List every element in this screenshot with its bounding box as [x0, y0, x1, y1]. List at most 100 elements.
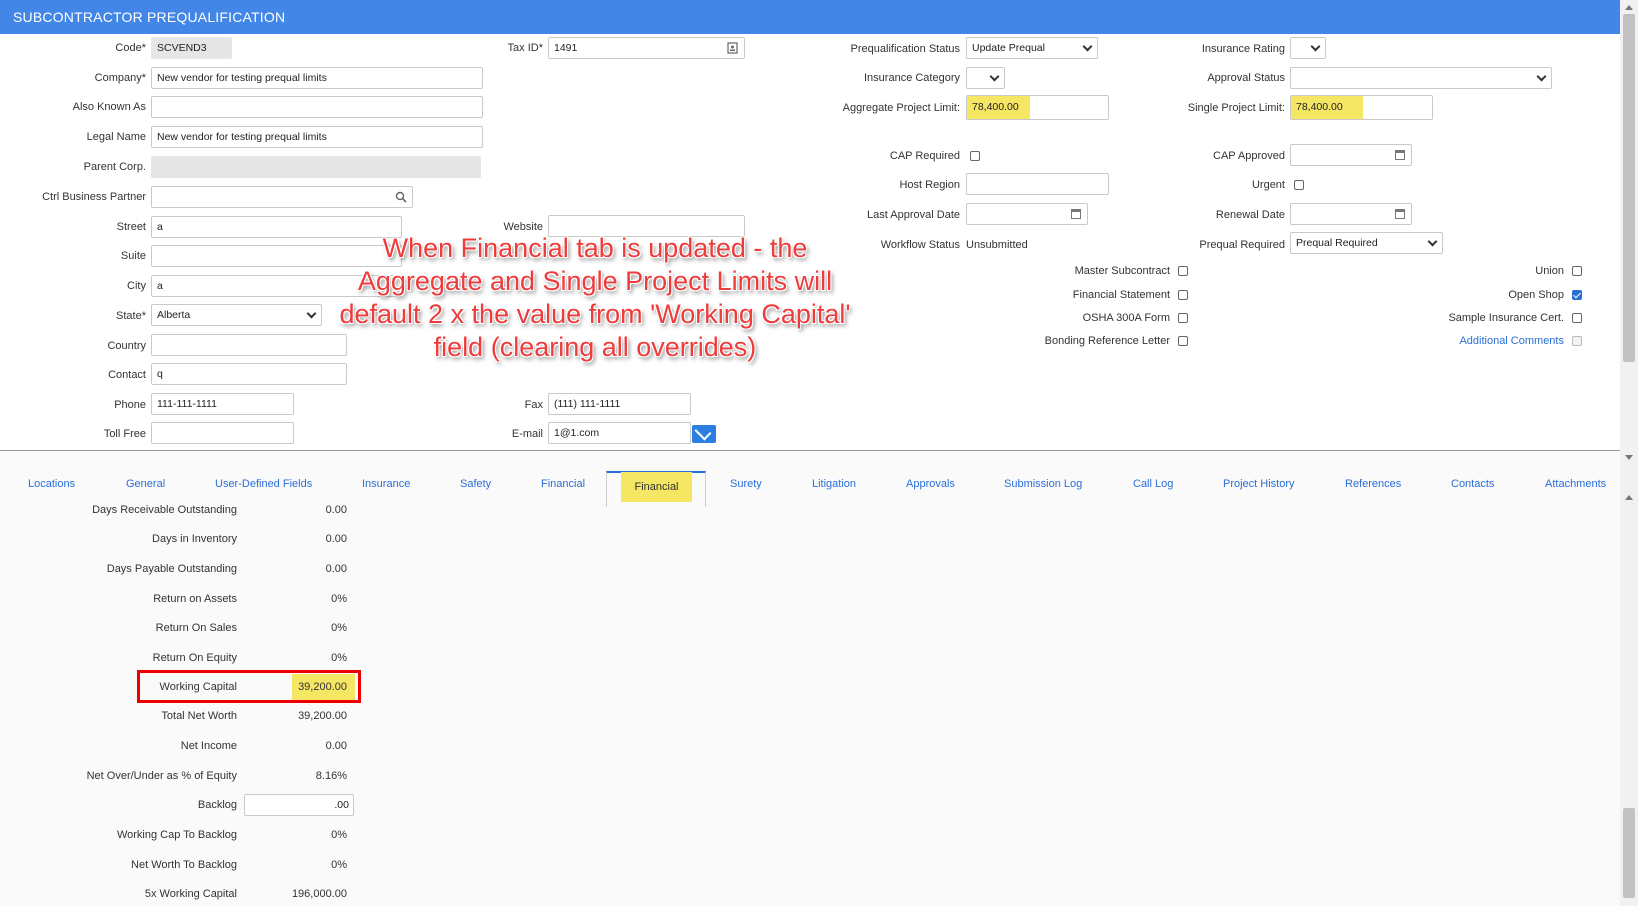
open-shop-checkbox[interactable] [1572, 290, 1582, 300]
financial-value: 0% [331, 859, 347, 871]
section-divider [0, 450, 1620, 451]
tab-insurance[interactable]: Insurance [362, 478, 410, 490]
approval-status-select[interactable] [1290, 67, 1552, 89]
union-checkbox[interactable] [1572, 266, 1582, 276]
calendar-icon[interactable] [1395, 209, 1405, 219]
toll-free-field[interactable] [151, 422, 294, 444]
renewal-date-label: Renewal Date [1215, 209, 1285, 221]
single-limit-field[interactable]: 78,400.00 [1290, 95, 1433, 120]
tab-safety[interactable]: Safety [460, 478, 491, 490]
backlog-field[interactable]: .00 [244, 794, 354, 816]
additional-comments-link[interactable]: Additional Comments [1380, 335, 1564, 347]
host-region-field[interactable] [966, 173, 1109, 195]
chevron-down-icon [1082, 41, 1093, 52]
cap-required-checkbox[interactable] [970, 151, 980, 161]
insurance-rating-select[interactable] [1290, 37, 1326, 59]
financial-label: Total Net Worth [161, 710, 237, 722]
union-label: Union [1535, 265, 1564, 277]
state-label: State* [116, 310, 146, 322]
search-icon[interactable] [395, 191, 407, 203]
financial-value: 0.00 [325, 563, 347, 575]
contact-field[interactable]: q [151, 363, 347, 385]
tab-litigation[interactable]: Litigation [812, 478, 856, 490]
tab-financial-active[interactable]: Financial [621, 472, 692, 502]
prequal-status-value: Update Prequal [972, 42, 1045, 54]
contact-card-icon[interactable] [727, 42, 738, 54]
financial-value: 0.00 [325, 533, 347, 545]
street-label: Street [116, 221, 146, 233]
tab-submission-log[interactable]: Submission Log [1004, 478, 1082, 490]
aggregate-limit-value: 78,400.00 [972, 101, 1019, 113]
tab-general[interactable]: General [126, 478, 165, 490]
parent-corp-field[interactable] [151, 156, 481, 178]
financial-value: 196,000.00 [291, 888, 347, 900]
page-title: SUBCONTRACTOR PREQUALIFICATION [0, 0, 1638, 34]
contact-label: Contact [108, 369, 146, 381]
aggregate-limit-label: Aggregate Project Limit: [842, 102, 960, 114]
calendar-icon[interactable] [1071, 209, 1081, 219]
scrollbar[interactable] [1620, 0, 1638, 906]
tab-user-defined-fields[interactable]: User-Defined Fields [215, 478, 312, 490]
fax-label: Fax [524, 399, 543, 411]
calendar-icon[interactable] [1395, 150, 1405, 160]
renewal-date-field[interactable] [1290, 203, 1412, 225]
scroll-up-icon[interactable] [1625, 495, 1633, 500]
tax-id-label: Tax ID* [507, 42, 543, 54]
tab-call-log[interactable]: Call Log [1133, 478, 1173, 490]
phone-field[interactable]: 111-111-1111 [151, 393, 294, 415]
tab-approvals[interactable]: Approvals [906, 478, 955, 490]
financial-label: Return On Sales [155, 622, 237, 634]
financial-label: Return On Equity [152, 652, 237, 664]
aka-field[interactable] [151, 96, 483, 118]
country-field[interactable] [151, 334, 347, 356]
insurance-category-label: Insurance Category [864, 72, 960, 84]
single-limit-value: 78,400.00 [1296, 101, 1343, 113]
financial-label: Return on Assets [153, 593, 237, 605]
workflow-status-value: Unsubmitted [966, 239, 1028, 251]
email-field[interactable]: 1@1.com [548, 422, 691, 444]
prequal-required-select[interactable]: Prequal Required [1290, 232, 1443, 254]
tab-financial[interactable]: Financial [541, 478, 585, 490]
bonding-letter-checkbox[interactable] [1178, 336, 1188, 346]
tab-project-history[interactable]: Project History [1223, 478, 1295, 490]
tab-locations[interactable]: Locations [28, 478, 75, 490]
fax-field[interactable]: (111) 111-1111 [548, 393, 691, 415]
code-field[interactable]: SCVEND3 [151, 37, 232, 59]
urgent-label: Urgent [1251, 179, 1285, 191]
prequal-status-label: Prequalification Status [850, 43, 960, 55]
osha-form-label: OSHA 300A Form [1082, 312, 1170, 324]
email-icon[interactable] [692, 425, 716, 443]
prequal-status-select[interactable]: Update Prequal [966, 37, 1098, 59]
tax-id-field[interactable]: 1491 [548, 37, 745, 59]
financial-statement-checkbox[interactable] [1178, 290, 1188, 300]
state-select[interactable]: Alberta [151, 304, 322, 326]
aggregate-limit-field[interactable]: 78,400.00 [966, 95, 1109, 120]
scroll-down-icon[interactable] [1625, 455, 1633, 460]
tab-surety[interactable]: Surety [730, 478, 762, 490]
tab-attachments[interactable]: Attachments [1545, 478, 1606, 490]
scroll-up-icon[interactable] [1625, 5, 1633, 10]
legal-name-label: Legal Name [86, 131, 146, 143]
legal-name-field[interactable]: New vendor for testing prequal limits [151, 126, 483, 148]
bonding-letter-label: Bonding Reference Letter [1044, 335, 1170, 347]
last-approval-date-field[interactable] [966, 203, 1088, 225]
urgent-checkbox[interactable] [1294, 180, 1304, 190]
chevron-down-icon [1427, 236, 1438, 247]
osha-form-checkbox[interactable] [1178, 313, 1188, 323]
parent-corp-label: Parent Corp. [83, 161, 146, 173]
financial-value: 0.00 [325, 740, 347, 752]
email-label: E-mail [511, 428, 543, 440]
ctrl-partner-field[interactable] [151, 186, 413, 208]
insurance-category-select[interactable] [966, 67, 1005, 89]
chevron-down-icon [1536, 71, 1547, 82]
tab-contacts[interactable]: Contacts [1451, 478, 1494, 490]
company-field[interactable]: New vendor for testing prequal limits [151, 67, 483, 89]
sample-insurance-checkbox[interactable] [1572, 313, 1582, 323]
tab-references[interactable]: References [1345, 478, 1401, 490]
scrollbar-thumb-bottom[interactable] [1623, 808, 1635, 898]
cap-approved-field[interactable] [1290, 144, 1412, 166]
tax-id-value: 1491 [554, 42, 578, 54]
scrollbar-thumb-top[interactable] [1623, 14, 1635, 362]
country-label: Country [107, 340, 146, 352]
master-subcontract-checkbox[interactable] [1178, 266, 1188, 276]
